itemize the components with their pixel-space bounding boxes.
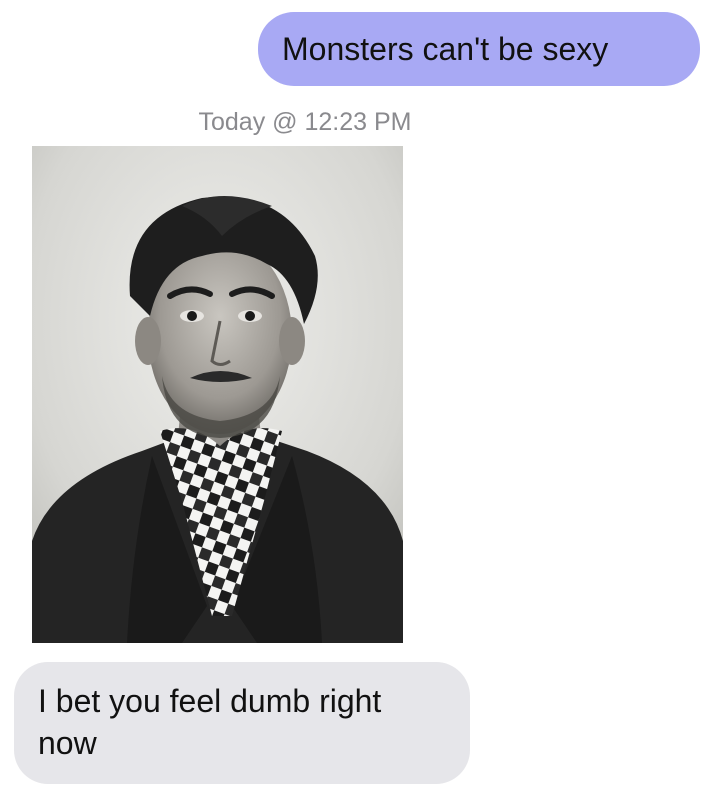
portrait-photo-image: [32, 146, 403, 643]
outgoing-message-text: Monsters can't be sexy: [282, 31, 609, 67]
outgoing-message-bubble[interactable]: Monsters can't be sexy: [258, 12, 700, 86]
incoming-message-text: I bet you feel dumb right now: [38, 683, 382, 761]
incoming-message-bubble[interactable]: I bet you feel dumb right now: [14, 662, 470, 784]
attached-photo[interactable]: [32, 146, 403, 643]
message-thread: Monsters can't be sexy Today @ 12:23 PM: [0, 0, 728, 795]
message-timestamp: Today @ 12:23 PM: [198, 108, 412, 136]
